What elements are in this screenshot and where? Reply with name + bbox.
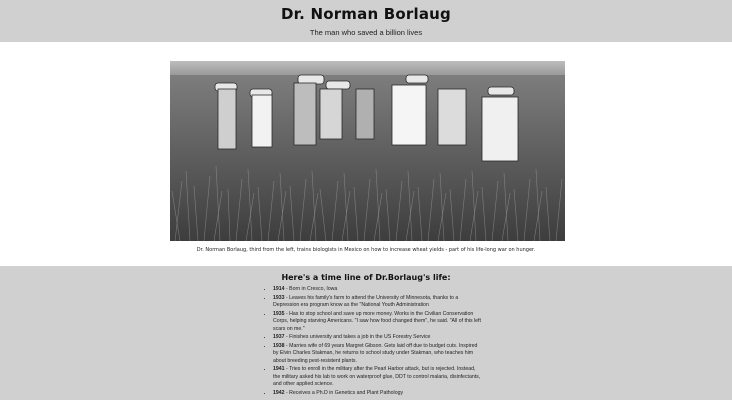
timeline-item: 1935 - Has to stop school and save up mo… [273, 311, 483, 334]
timeline-text: - Finishes university and takes a job in… [284, 334, 431, 340]
timeline-year: 1938 [273, 342, 285, 349]
timeline-item: 1942 - Receives a Ph.D in Genetics and P… [273, 390, 483, 398]
timeline-item: 1937 - Finishes university and takes a j… [273, 334, 483, 342]
timeline-item: 1914 - Born in Cresco, Iowa [273, 286, 483, 294]
photo-caption: Dr. Norman Borlaug, third from the left,… [196, 247, 536, 253]
borlaug-wheat-field-photo [170, 61, 565, 241]
timeline-year: 1942 [273, 389, 285, 396]
photo-section: Dr. Norman Borlaug, third from the left,… [0, 42, 732, 266]
timeline-year: 1914 [273, 286, 285, 292]
timeline-text: - Has to stop school and save up more mo… [273, 310, 481, 332]
timeline-heading: Here's a time line of Dr.Borlaug's life: [281, 273, 451, 282]
timeline-list: 1914 - Born in Cresco, Iowa 1933 - Leave… [265, 286, 483, 398]
timeline-year: 1933 [273, 294, 285, 301]
page-subtitle: The man who saved a billion lives [309, 28, 423, 37]
timeline-text: - Leaves his family's farm to attend the… [273, 294, 459, 309]
timeline-year: 1937 [273, 334, 285, 340]
timeline-item: 1941 - Tries to enroll in the military a… [273, 366, 483, 389]
timeline-text: - Born in Cresco, Iowa [284, 286, 338, 292]
timeline-item: 1938 - Marries wife of 69 years Margret … [273, 343, 483, 366]
timeline-text: - Receives a Ph.D in Genetics and Plant … [284, 389, 404, 396]
page-title: Dr. Norman Borlaug [281, 5, 451, 23]
timeline-year: 1941 [273, 366, 285, 372]
timeline-item: 1933 - Leaves his family's farm to atten… [273, 295, 483, 310]
page-header: Dr. Norman Borlaug The man who saved a b… [0, 0, 732, 42]
timeline-text: - Marries wife of 69 years Margret Gibso… [273, 342, 478, 364]
timeline-year: 1935 [273, 310, 285, 317]
timeline-text: - Tries to enroll in the military after … [273, 366, 481, 387]
